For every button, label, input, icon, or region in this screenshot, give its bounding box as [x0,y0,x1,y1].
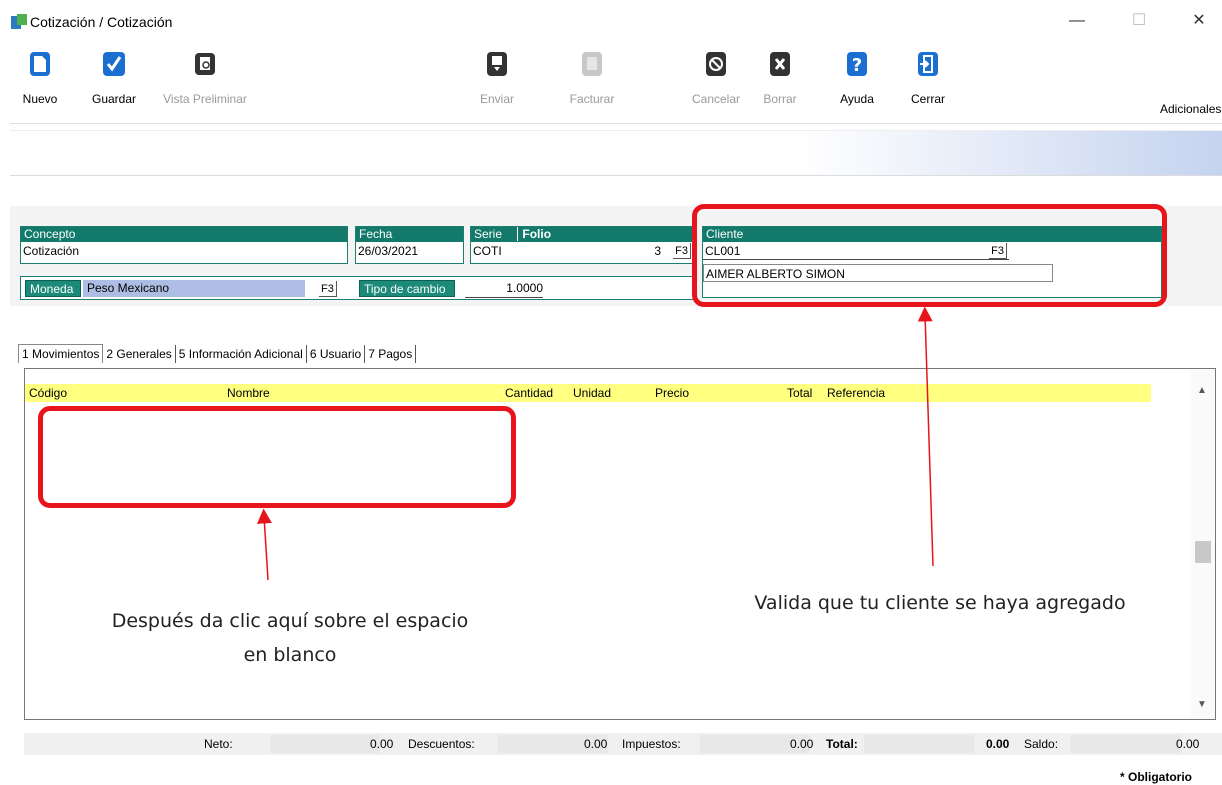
neto-box [270,735,380,753]
cancelar-button[interactable]: Cancelar [688,50,744,120]
cliente-group: Cliente CL001 F3 AIMER ALBERTO SIMON [702,226,1162,298]
folio-field[interactable]: 3 [654,242,661,260]
saldo-label: Saldo: [1024,737,1059,751]
fecha-field[interactable]: 26/03/2021 [356,242,463,260]
folio-label: Folio [517,227,552,241]
cliente-code-field[interactable]: CL001 F3 [703,242,1009,260]
cliente-f3-button[interactable]: F3 [989,243,1007,259]
tab-informacion-adicional[interactable]: 5 Información Adicional [176,345,307,363]
vista-preliminar-label: Vista Preliminar [163,92,247,106]
preview-icon [195,53,215,75]
col-codigo: Código [29,386,68,400]
fecha-label: Fecha [356,227,463,242]
facturar-label: Facturar [569,92,615,106]
send-icon [487,52,507,76]
totals-bar: Neto: 0.00 Descuentos: 0.00 Impuestos: 0… [24,733,1222,755]
cerrar-button[interactable]: Cerrar [906,50,950,120]
total-label: Total: [826,737,858,751]
grid-header: Código Nombre Cantidad Unidad Precio Tot… [25,384,1151,402]
neto-value: 0.00 [370,737,394,751]
saldo-box [1070,735,1180,753]
window-title: Cotización / Cotización [30,14,173,30]
new-document-icon [30,52,50,76]
minimize-button[interactable]: — [1062,8,1092,34]
col-cantidad: Cantidad [505,386,554,400]
serie-folio-header: Serie Folio [471,227,693,242]
tab-pagos[interactable]: 7 Pagos [365,345,417,363]
col-total: Total [787,386,813,400]
svg-text:?: ? [852,55,862,76]
moneda-select[interactable]: Peso Mexicano [83,280,305,297]
left-annotation: Después da clic aquí sobre el espacio en… [111,610,469,666]
tab-usuario[interactable]: 6 Usuario [307,345,366,363]
total-value: 0.00 [986,737,1010,751]
concepto-label: Concepto [21,227,347,242]
serie-label: Serie [474,227,503,241]
tipo-cambio-label: Tipo de cambio [359,280,455,297]
moneda-f3-button[interactable]: F3 [319,281,337,297]
borrar-label: Borrar [763,92,797,106]
moneda-row: Moneda Peso Mexicano F3 Tipo de cambio 1… [20,276,694,300]
adicionales-menu[interactable]: Adicionales [1160,102,1221,116]
borrar-button[interactable]: Borrar [758,50,802,120]
fecha-group: Fecha 26/03/2021 [355,226,464,264]
col-precio: Precio [655,386,690,400]
right-annotation: Valida que tu cliente se haya agregado [754,592,1126,614]
app-icon [11,14,27,29]
tab-generales[interactable]: 2 Generales [103,345,176,363]
serie-field[interactable]: COTI [473,244,502,258]
cancelar-label: Cancelar [691,92,741,106]
serie-folio-row: COTI 3 F3 [471,242,693,260]
message-band [10,130,1222,176]
concepto-field[interactable]: Cotización [21,242,347,260]
title-bar: Cotización / Cotización — ☐ ✕ [0,0,1222,40]
descuentos-value: 0.00 [584,737,608,751]
scroll-thumb[interactable] [1195,541,1211,563]
maximize-button[interactable]: ☐ [1124,8,1154,34]
vista-preliminar-button[interactable]: Vista Preliminar [150,50,260,120]
help-icon: ? [847,52,867,76]
cerrar-label: Cerrar [910,92,945,106]
ayuda-button[interactable]: ? Ayuda [832,50,882,120]
delete-x-icon [770,52,790,76]
enviar-button[interactable]: Enviar [472,50,522,120]
cliente-name-field: AIMER ALBERTO SIMON [703,264,1053,282]
grid-scrollbar[interactable]: ▲ ▼ [1191,369,1215,719]
serie-folio-group: Serie Folio COTI 3 F3 [470,226,694,264]
facturar-button[interactable]: Facturar [562,50,622,120]
guardar-label: Guardar [91,92,137,106]
scroll-up-icon[interactable]: ▲ [1197,385,1207,396]
neto-label: Neto: [204,737,233,751]
tipo-cambio-field[interactable]: 1.0000 [465,280,543,298]
total-box [864,735,974,753]
nuevo-label: Nuevo [22,92,58,106]
toolbar: Nuevo Guardar Vista Preliminar Enviar Fa… [10,42,1222,124]
cliente-label: Cliente [703,227,1161,242]
tab-movimientos[interactable]: 1 Movimientos [18,344,104,363]
impuestos-label: Impuestos: [622,737,681,751]
cliente-code: CL001 [705,244,741,258]
tab-strip: 1 Movimientos 2 Generales 5 Información Ad… [18,344,417,368]
concepto-group: Concepto Cotización [20,226,348,264]
nuevo-button[interactable]: Nuevo [16,50,64,120]
close-button[interactable]: ✕ [1184,8,1214,34]
col-referencia: Referencia [827,386,886,400]
enviar-label: Enviar [479,92,514,106]
guardar-button[interactable]: Guardar [86,50,142,120]
ayuda-label: Ayuda [840,92,874,106]
scroll-down-icon[interactable]: ▼ [1197,699,1207,710]
folio-f3-button[interactable]: F3 [673,243,691,259]
cancel-icon [706,52,726,76]
checkmark-icon [103,52,125,76]
exit-door-icon [918,52,938,76]
invoice-icon [582,52,602,76]
impuestos-value: 0.00 [790,737,814,751]
moneda-label: Moneda [25,280,81,297]
col-nombre: Nombre [227,386,270,400]
col-unidad: Unidad [573,386,612,400]
descuentos-label: Descuentos: [408,737,475,751]
saldo-value: 0.00 [1176,737,1200,751]
obligatorio-note: * Obligatorio [1120,770,1192,784]
